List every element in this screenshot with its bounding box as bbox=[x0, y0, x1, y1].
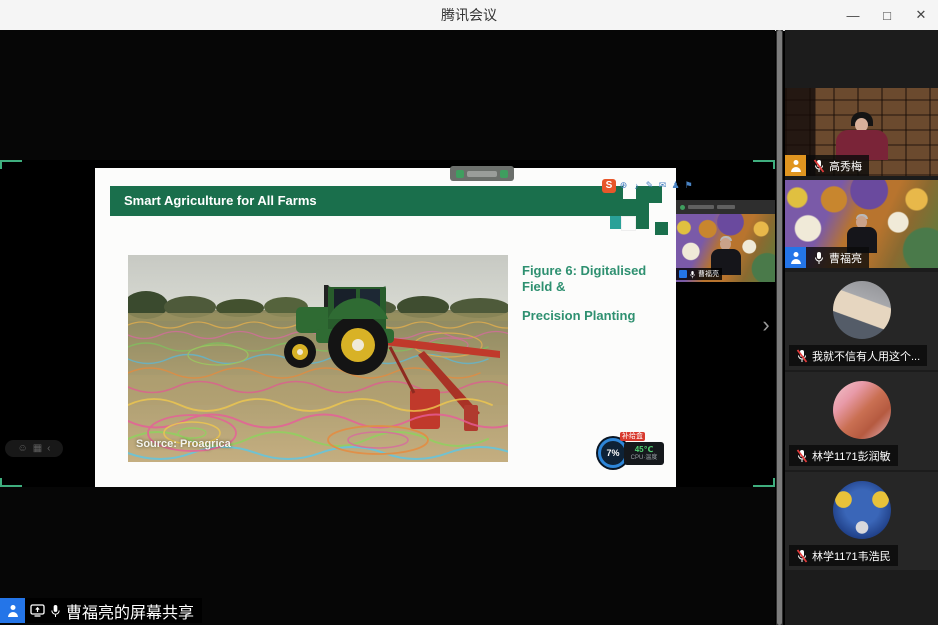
annotation-tool-icon[interactable]: ✉ bbox=[657, 179, 668, 192]
temperature-panel: 45℃ CPU·温度 bbox=[624, 442, 664, 465]
mic-muted-icon bbox=[796, 349, 808, 363]
member-badge-icon bbox=[679, 270, 687, 278]
participant-tile[interactable]: 我就不信有人用这个... bbox=[785, 272, 938, 370]
participant-name-label: 林学1171韦浩民 bbox=[789, 545, 898, 566]
participant-figure bbox=[836, 112, 888, 160]
window-title: 腾讯会议 bbox=[441, 5, 497, 25]
sidebar-scrollbar[interactable] bbox=[776, 30, 783, 625]
emoji-icon[interactable]: ☺ bbox=[17, 443, 27, 454]
checker-square bbox=[655, 222, 668, 235]
mini-window-titlebar bbox=[676, 200, 775, 214]
performance-widget: 7% 45℃ CPU·温度 补给盒 bbox=[598, 434, 664, 470]
minimize-button[interactable]: — bbox=[836, 0, 870, 30]
avatar bbox=[833, 281, 891, 339]
mic-muted-icon bbox=[813, 159, 825, 173]
figure-caption-line2: Precision Planting bbox=[522, 308, 672, 324]
participant-name: 曹福亮 bbox=[829, 250, 862, 266]
meeting-window: 腾讯会议 — □ ✕ Smart Agriculture for All Far… bbox=[0, 0, 938, 625]
participant-name: 林学1171彭润敏 bbox=[812, 448, 891, 464]
mic-on-icon bbox=[813, 251, 825, 265]
participant-name: 林学1171韦浩民 bbox=[812, 548, 891, 564]
pill-green-icon bbox=[456, 170, 464, 178]
photo-source-credit: Source: Proagrica bbox=[136, 438, 231, 450]
mini-mic-icon bbox=[680, 205, 685, 210]
participant-name-label: 高秀梅 bbox=[806, 155, 869, 176]
participant-tile[interactable]: 高秀梅 bbox=[785, 88, 938, 176]
annotation-tool-icon[interactable]: ⊕ bbox=[618, 179, 629, 192]
participant-name-label: 曹福亮 bbox=[806, 247, 869, 268]
mic-icon bbox=[50, 604, 61, 618]
maximize-button[interactable]: □ bbox=[870, 0, 904, 30]
member-badge-icon bbox=[785, 247, 806, 268]
participants-sidebar: 高秀梅 曹福亮 bbox=[785, 30, 938, 625]
panel-icon[interactable]: ▦ bbox=[33, 443, 42, 454]
share-corner-marker bbox=[0, 478, 22, 487]
annotation-tool-icon[interactable]: ✎ bbox=[644, 179, 655, 192]
cpu-temperature-label: CPU·温度 bbox=[631, 454, 658, 462]
mini-meeting-window: 曹福亮 bbox=[676, 200, 775, 282]
participant-name: 我就不信有人用这个... bbox=[812, 348, 920, 364]
share-corner-marker bbox=[0, 160, 22, 169]
person-icon bbox=[790, 160, 802, 172]
participant-name-label: 林学1171彭润敏 bbox=[789, 445, 898, 466]
member-badge-icon bbox=[0, 598, 25, 623]
mic-icon bbox=[689, 270, 696, 279]
mini-participant-name: 曹福亮 bbox=[698, 269, 719, 279]
share-region: Smart Agriculture for All Farms S ⊕ ♪ ✎ … bbox=[0, 160, 775, 487]
cpu-temperature: 45℃ bbox=[635, 445, 654, 454]
next-page-chevron[interactable]: › bbox=[756, 312, 776, 338]
slide-title: Smart Agriculture for All Farms bbox=[110, 186, 662, 216]
mini-name-label: 曹福亮 bbox=[676, 268, 722, 280]
figure-caption-line1: Figure 6: Digitalised Field & bbox=[522, 263, 672, 294]
share-banner-label: 曹福亮的屏幕共享 bbox=[25, 598, 202, 623]
participant-tile-active-speaker[interactable]: 曹福亮 bbox=[785, 180, 938, 268]
collapsed-toolbar-pill[interactable]: ☺ ▦ ‹ bbox=[5, 440, 63, 457]
person-icon bbox=[7, 605, 19, 617]
avatar bbox=[833, 381, 891, 439]
participant-name-label: 我就不信有人用这个... bbox=[789, 345, 927, 366]
mini-title-blur bbox=[717, 205, 735, 209]
pill-label-blur bbox=[467, 171, 497, 177]
share-corner-marker bbox=[753, 478, 775, 487]
mic-muted-icon bbox=[796, 449, 808, 463]
field-illustration bbox=[128, 255, 508, 462]
tractor-field-photo: Source: Proagrica bbox=[128, 255, 508, 462]
annotation-tool-icon[interactable]: ⚑ bbox=[683, 179, 694, 192]
pill-green-icon bbox=[500, 170, 508, 178]
checker-square bbox=[649, 203, 662, 216]
collapse-chevron-icon[interactable]: ‹ bbox=[47, 443, 50, 454]
close-button[interactable]: ✕ bbox=[904, 0, 938, 30]
mic-muted-icon bbox=[796, 549, 808, 563]
avatar bbox=[833, 481, 891, 539]
mini-title-blur bbox=[688, 205, 714, 209]
participant-tile[interactable]: 林学1171韦浩民 bbox=[785, 472, 938, 570]
shared-screen-stage: Smart Agriculture for All Farms S ⊕ ♪ ✎ … bbox=[0, 30, 775, 625]
participant-tile[interactable]: 林学1171彭润敏 bbox=[785, 372, 938, 470]
share-banner-text: 曹福亮的屏幕共享 bbox=[66, 599, 194, 623]
member-badge-icon bbox=[785, 155, 806, 176]
checker-square bbox=[636, 216, 649, 229]
annotation-tool-icon[interactable]: ♪ bbox=[631, 179, 642, 192]
checker-square bbox=[621, 216, 636, 231]
widget-badge: 补给盒 bbox=[620, 432, 645, 441]
slide-title-banner: Smart Agriculture for All Farms bbox=[110, 186, 662, 216]
share-control-pill[interactable] bbox=[450, 166, 514, 181]
presentation-slide: Smart Agriculture for All Farms S ⊕ ♪ ✎ … bbox=[95, 168, 676, 487]
window-controls: — □ ✕ bbox=[836, 0, 938, 30]
screen-share-banner: 曹福亮的屏幕共享 bbox=[0, 598, 202, 623]
person-icon bbox=[790, 252, 802, 264]
annotation-tool-icon[interactable]: ♟ bbox=[670, 179, 681, 192]
title-bar: 腾讯会议 — □ ✕ bbox=[0, 0, 938, 31]
figure-caption: Figure 6: Digitalised Field & Precision … bbox=[522, 263, 672, 338]
annotation-app-icon[interactable]: S bbox=[602, 179, 616, 193]
scrollbar-thumb[interactable] bbox=[777, 30, 782, 625]
mini-video-tile: 曹福亮 bbox=[676, 214, 775, 282]
share-corner-marker bbox=[753, 160, 775, 169]
participant-name: 高秀梅 bbox=[829, 158, 862, 174]
annotation-toolbar[interactable]: S ⊕ ♪ ✎ ✉ ♟ ⚑ bbox=[602, 178, 694, 193]
screen-share-icon bbox=[30, 604, 45, 617]
